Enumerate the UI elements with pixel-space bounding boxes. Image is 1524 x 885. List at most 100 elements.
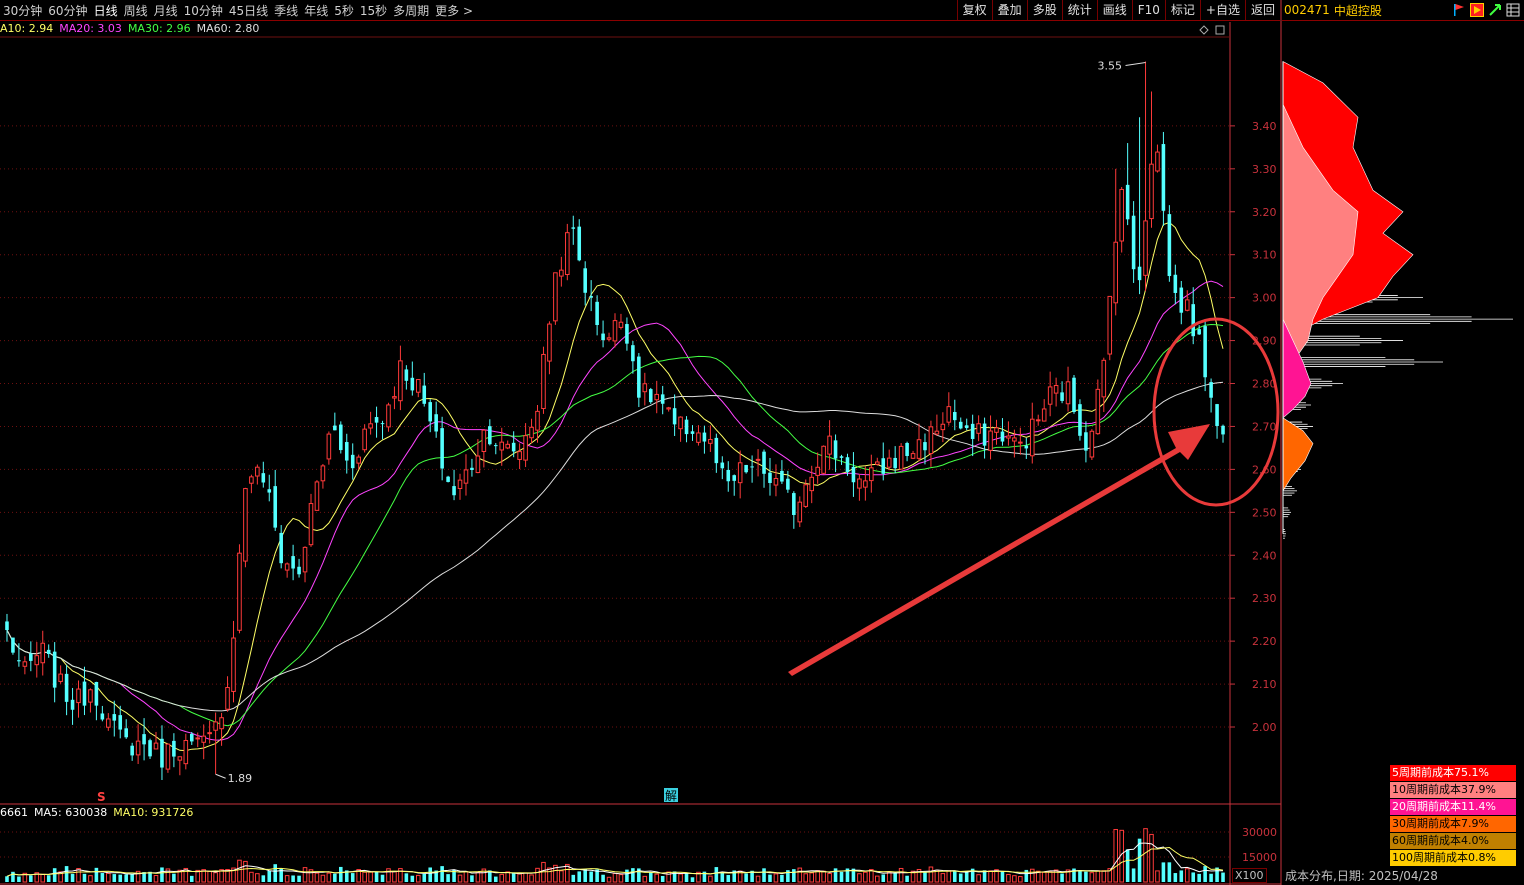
candle-body	[737, 462, 743, 484]
volume-bar	[1060, 873, 1064, 882]
period-tab[interactable]: 30分钟	[0, 2, 45, 19]
y-tick-label: 3.00	[1252, 292, 1277, 305]
toolbar-action-button[interactable]: 叠加	[991, 0, 1027, 20]
volume-bar	[923, 872, 927, 882]
stock-header: 002471 中超控股	[1282, 0, 1524, 21]
period-tab[interactable]: 年线	[301, 2, 331, 19]
y-tick-label: 2.20	[1252, 635, 1277, 648]
candle-body	[404, 369, 409, 381]
candle-body	[344, 442, 349, 461]
volume-bar	[708, 875, 713, 883]
action-buttons: 复权 叠加 多股 统计 画线 F10 标记 +自选 返回	[956, 0, 1280, 20]
volume-bar	[1143, 828, 1148, 883]
volume-bar	[529, 874, 534, 883]
candle-body	[308, 503, 314, 546]
candle-body	[970, 423, 975, 439]
volume-bar	[172, 873, 176, 882]
toolbar-action-button[interactable]: +自选	[1199, 0, 1245, 20]
candle-body	[940, 423, 946, 431]
volume-bar	[1125, 849, 1130, 882]
volume-bar	[505, 871, 510, 883]
period-tab[interactable]: 更多 >	[432, 2, 476, 19]
toolbar-action-button[interactable]: 标记	[1164, 0, 1200, 20]
volume-bar	[940, 873, 946, 883]
period-tab[interactable]: 5秒	[331, 2, 357, 19]
candle-body	[625, 324, 629, 344]
candle-body	[1179, 287, 1184, 313]
candle-body	[88, 689, 93, 703]
candle-body	[815, 466, 820, 476]
candle-body	[1089, 430, 1095, 458]
legend-entry: MA30: 2.96	[127, 22, 191, 35]
toolbar-action-button[interactable]: F10	[1131, 0, 1165, 20]
volume-scale-button[interactable]: X100	[1232, 868, 1267, 883]
volume-bar	[577, 871, 582, 882]
volume-bar	[237, 859, 242, 883]
candlestick-chart[interactable]: 2.002.102.202.302.402.502.602.702.802.90…	[0, 0, 1524, 885]
high-pointer	[1125, 61, 1146, 66]
candle-body	[29, 653, 33, 661]
candle-body	[488, 426, 492, 445]
volume-bar	[463, 871, 469, 883]
cost-footer-label: 成本分布,日期:	[1285, 869, 1365, 883]
y-tick-label: 3.40	[1252, 120, 1277, 133]
candle-body	[1095, 388, 1101, 435]
arrow-icon[interactable]	[1488, 3, 1502, 17]
candle-body	[565, 232, 570, 275]
cost-footer: 成本分布,日期: 2025/04/28	[1285, 867, 1438, 884]
volume-bar	[1167, 862, 1172, 882]
period-tab[interactable]: 多周期	[390, 2, 432, 19]
volume-bar	[780, 874, 784, 882]
volume-bar	[1089, 872, 1095, 883]
toolbar-action-button[interactable]: 统计	[1061, 0, 1097, 20]
period-tab[interactable]: 日线	[91, 2, 121, 19]
toolbar-action-button[interactable]: 复权	[956, 0, 992, 20]
volume-bar	[5, 876, 9, 882]
volume-legend: 6661 MA5: 630038 MA10: 931726	[0, 806, 199, 820]
period-tab[interactable]: 周线	[121, 2, 151, 19]
candle-body	[660, 394, 665, 404]
period-tab[interactable]: 10分钟	[181, 2, 226, 19]
candle-body	[189, 733, 194, 742]
candle-body	[374, 417, 379, 423]
y-tick-label: 2.70	[1252, 420, 1277, 433]
period-tab[interactable]: 季线	[271, 2, 301, 19]
period-tab[interactable]: 45日线	[226, 2, 271, 19]
flag-icon[interactable]	[1452, 3, 1466, 17]
volume-bar	[773, 873, 779, 883]
volume-bar	[1095, 870, 1101, 883]
period-tab[interactable]: 60分钟	[45, 2, 90, 19]
volume-bar	[1113, 829, 1119, 883]
volume-bar	[249, 871, 254, 883]
toolbar-action-button[interactable]: 多股	[1026, 0, 1062, 20]
candle-body	[553, 272, 558, 322]
toolbar-action-button[interactable]: 画线	[1096, 0, 1132, 20]
candle-body	[297, 566, 301, 575]
volume-bar	[952, 871, 957, 882]
candle-body	[726, 469, 731, 482]
volume-bar	[631, 868, 635, 882]
low-pointer	[215, 773, 226, 779]
low-price-label: 1.89	[228, 772, 253, 785]
period-tab[interactable]: 15秒	[357, 2, 390, 19]
candle-body	[213, 721, 218, 731]
volume-bar	[797, 867, 803, 883]
volume-bar	[964, 871, 969, 882]
volume-bar	[189, 875, 194, 882]
candle-body	[952, 412, 957, 421]
grid-icon[interactable]	[1506, 3, 1520, 17]
candle-body	[702, 432, 707, 442]
toolbar-action-button[interactable]: 返回	[1244, 0, 1280, 20]
period-tab[interactable]: 月线	[151, 2, 181, 19]
volume-bar	[213, 872, 218, 883]
candle-body	[1018, 441, 1023, 444]
volume-bar	[118, 874, 123, 882]
candle-body	[612, 320, 618, 342]
candle-body	[780, 470, 784, 482]
legend-entry: MA10: 931726	[113, 806, 194, 819]
candle-body	[666, 407, 671, 410]
volume-bar	[499, 873, 505, 883]
play-icon[interactable]	[1470, 3, 1484, 17]
candle-body	[678, 416, 683, 430]
volume-bar	[153, 874, 159, 883]
